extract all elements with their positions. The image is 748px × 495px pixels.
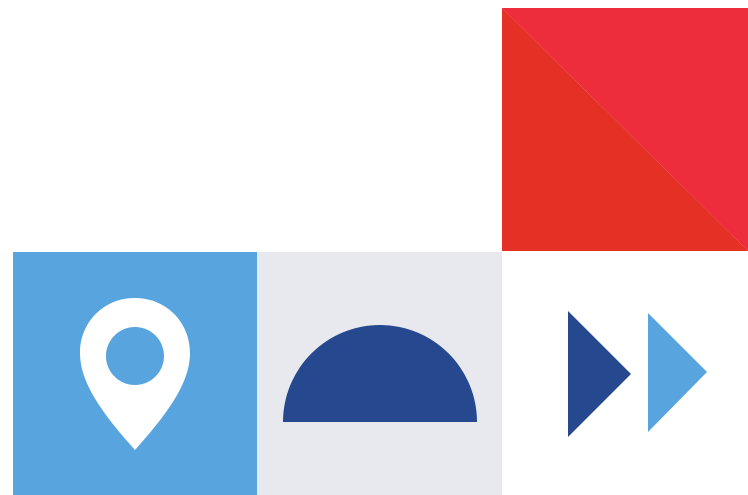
graphic-canvas xyxy=(0,0,748,495)
location-pin-tile-background xyxy=(13,252,257,495)
red-diagonal-square xyxy=(502,8,748,251)
red-diagonal-square-art xyxy=(502,8,748,251)
double-arrow-tile xyxy=(502,252,748,495)
double-arrow-tile-art xyxy=(502,252,748,495)
semicircle-tile xyxy=(257,252,502,495)
location-pin-tile xyxy=(13,252,257,495)
location-pin-tile-art xyxy=(13,252,257,495)
semicircle-tile-art xyxy=(257,252,502,495)
